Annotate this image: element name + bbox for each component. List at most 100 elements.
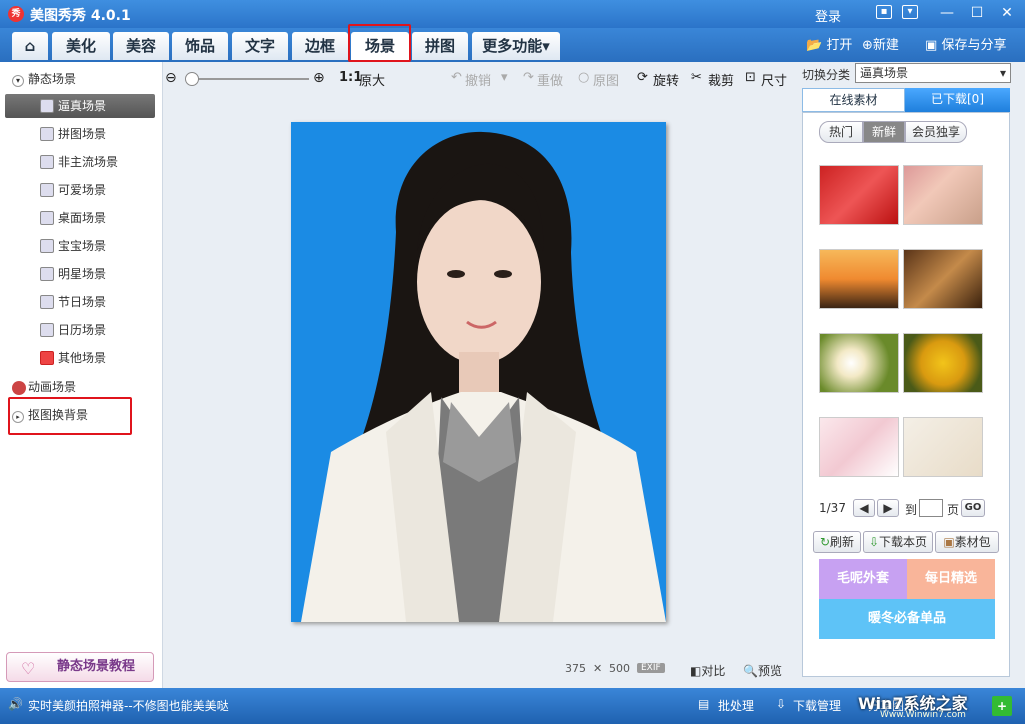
preview-icon: 🔍 — [743, 664, 758, 678]
zoom-slider[interactable] — [185, 72, 309, 86]
static-scene-label: 静态场景 — [28, 72, 77, 86]
sidebar-item-nonmainstream[interactable]: 非主流场景 — [0, 150, 163, 174]
zoom-out-icon[interactable]: ⊖ — [165, 70, 177, 86]
material-pack-button[interactable]: ▣素材包 — [935, 531, 999, 553]
sidebar-item-calendar[interactable]: 日历场景 — [0, 318, 163, 342]
ad-coat[interactable]: 毛呢外套 — [819, 559, 907, 599]
prev-page-icon[interactable]: ◀ — [853, 499, 875, 517]
scene-icon — [40, 155, 54, 169]
tab-beauty[interactable]: 美容 — [113, 32, 169, 60]
download-page-button[interactable]: ⇩下载本页 — [863, 531, 933, 553]
subtab-new[interactable]: 新鲜 — [863, 121, 905, 143]
ad-winter-items[interactable]: 暖冬必备单品 — [819, 599, 995, 639]
scene-icon — [40, 99, 54, 113]
undo-icon[interactable]: ↶ — [451, 70, 462, 85]
refresh-label: 刷新 — [830, 535, 855, 549]
minimize-icon[interactable]: — — [936, 4, 958, 22]
tab-text[interactable]: 文字 — [232, 32, 288, 60]
exif-badge[interactable]: EXIF — [637, 663, 665, 673]
maximize-icon[interactable]: ☐ — [966, 4, 988, 22]
page-unit-label: 页 — [947, 503, 960, 517]
scene-thumbnail[interactable] — [819, 249, 899, 309]
batch-button[interactable]: 批处理 — [718, 697, 754, 714]
home-icon[interactable]: ⌂ — [12, 32, 48, 60]
animated-scene-group[interactable]: 动画场景 — [12, 378, 76, 395]
hand-icon: ♡ — [21, 659, 36, 678]
static-scene-group[interactable]: ▾ 静态场景 — [12, 70, 76, 87]
tab-more-features[interactable]: 更多功能▾ — [472, 32, 560, 60]
size-button[interactable]: 尺寸 — [761, 70, 787, 89]
refresh-button[interactable]: ↻刷新 — [813, 531, 861, 553]
material-list: 热门 新鲜 会员独享 1/37 ◀ ▶ 到 页 GO ↻刷新 ⇩下载本页 ▣素材… — [802, 112, 1010, 677]
tab-accessories[interactable]: 饰品 — [172, 32, 228, 60]
download-icon: ⇩ — [868, 535, 880, 549]
undo-button[interactable]: 撤销 — [465, 70, 491, 89]
crop-button[interactable]: 裁剪 — [708, 70, 734, 89]
original-image-icon[interactable]: ○ — [578, 70, 589, 85]
redo-button[interactable]: 重做 — [537, 70, 563, 89]
tab-downloaded[interactable]: 已下载[0] — [905, 88, 1010, 112]
scene-thumbnail[interactable] — [903, 249, 983, 309]
zoom-slider-knob[interactable] — [185, 72, 199, 86]
scene-thumbnail[interactable] — [903, 417, 983, 477]
zoom-in-icon[interactable]: ⊕ — [313, 70, 325, 86]
preview-button[interactable]: 🔍预览 — [743, 662, 782, 679]
canvas-toolbar: ⊖ ⊕ 1:1 原大 ↶ 撤销 ▾ ↷ 重做 ○ 原图 ⟳ 旋转 ✂ 裁剪 ⊡ … — [163, 66, 797, 90]
app-title: 美图秀秀 4.0.1 — [30, 8, 131, 24]
sidebar-item-celebrity[interactable]: 明星场景 — [0, 262, 163, 286]
collapse-icon: ▾ — [12, 75, 24, 87]
page-number-input[interactable] — [919, 499, 943, 517]
scene-thumbnail[interactable] — [819, 165, 899, 225]
rotate-icon[interactable]: ⟳ — [637, 70, 648, 85]
static-scene-tutorial-button[interactable]: ♡ 静态场景教程 — [6, 652, 154, 682]
sidebar-item-cute[interactable]: 可爱场景 — [0, 178, 163, 202]
save-share-button[interactable]: ▣ 保存与分享 — [925, 34, 1006, 53]
menu-dropdown-icon[interactable]: ▾ — [902, 5, 918, 19]
new-button[interactable]: ⊕新建 — [862, 34, 899, 53]
close-icon[interactable]: ✕ — [996, 4, 1018, 22]
compare-button[interactable]: ◧对比 — [690, 662, 725, 679]
ad-daily-picks[interactable]: 每日精选 — [907, 559, 995, 599]
title-bar: 秀 美图秀秀 4.0.1 登录 ▪ ▾ — ☐ ✕ — [0, 0, 1025, 28]
sidebar-item-desktop[interactable]: 桌面场景 — [0, 206, 163, 230]
page-indicator: 1/37 — [819, 501, 846, 515]
undo-dropdown-icon[interactable]: ▾ — [501, 70, 508, 85]
subtab-vip[interactable]: 会员独享 — [905, 121, 967, 143]
tab-online-materials[interactable]: 在线素材 — [802, 88, 905, 112]
batch-icon[interactable]: ▤ — [698, 697, 709, 711]
login-link[interactable]: 登录 — [815, 6, 841, 25]
open-label: 打开 — [826, 38, 853, 53]
go-button[interactable]: GO — [961, 499, 985, 517]
download-manager-icon[interactable]: ⇩ — [776, 697, 786, 711]
scene-thumbnail[interactable] — [903, 165, 983, 225]
category-select[interactable]: 逼真场景 ▾ — [855, 63, 1011, 83]
subtab-hot[interactable]: 热门 — [819, 121, 863, 143]
tab-collage[interactable]: 拼图 — [412, 32, 468, 60]
open-button[interactable]: 📂 打开 — [806, 34, 852, 53]
speaker-icon[interactable]: 🔊 — [8, 697, 23, 711]
crop-icon[interactable]: ✂ — [691, 70, 702, 85]
plus-app-icon[interactable]: + — [992, 696, 1012, 716]
sidebar-item-holiday[interactable]: 节日场景 — [0, 290, 163, 314]
original-size-button[interactable]: 原大 — [359, 70, 385, 89]
rotate-button[interactable]: 旋转 — [653, 70, 679, 89]
resize-icon[interactable]: ⊡ — [745, 70, 756, 85]
sidebar-item-other[interactable]: 其他场景 — [0, 346, 163, 370]
item-label: 明星场景 — [58, 267, 107, 281]
plus-icon: ⊕ — [862, 38, 873, 53]
original-image-button[interactable]: 原图 — [593, 70, 619, 89]
scene-thumbnail[interactable] — [903, 333, 983, 393]
scene-thumbnail[interactable] — [819, 417, 899, 477]
tab-frame[interactable]: 边框 — [292, 32, 348, 60]
material-pack-label: 素材包 — [954, 535, 991, 549]
sidebar-item-baby[interactable]: 宝宝场景 — [0, 234, 163, 258]
tab-beautify[interactable]: 美化 — [52, 32, 110, 60]
sidebar-item-realistic[interactable]: 逼真场景 — [5, 94, 155, 118]
scene-thumbnail[interactable] — [819, 333, 899, 393]
redo-icon[interactable]: ↷ — [523, 70, 534, 85]
message-icon[interactable]: ▪ — [876, 5, 892, 19]
sidebar-item-collage[interactable]: 拼图场景 — [0, 122, 163, 146]
download-manager-button[interactable]: 下载管理 — [793, 697, 841, 714]
next-page-icon[interactable]: ▶ — [877, 499, 899, 517]
promo-text[interactable]: 实时美颜拍照神器--不修图也能美美哒 — [28, 697, 229, 714]
